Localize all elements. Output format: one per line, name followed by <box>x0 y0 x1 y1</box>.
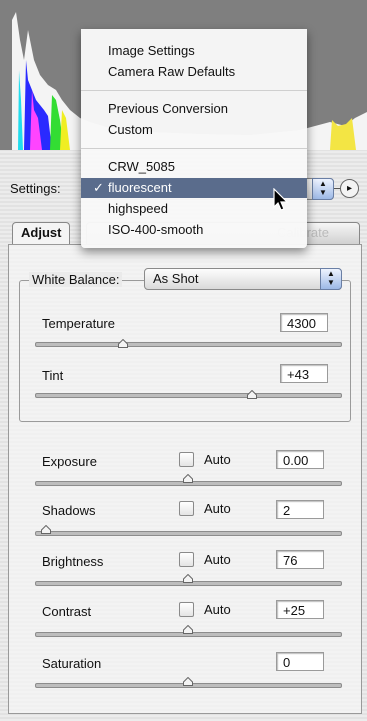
settings-menu-button[interactable]: ▸ <box>340 179 359 198</box>
menu-separator <box>81 90 307 91</box>
settings-label: Settings: <box>10 181 61 196</box>
shadows-slider-thumb[interactable] <box>40 525 51 534</box>
contrast-field[interactable]: +25 <box>276 600 324 619</box>
exposure-auto-label: Auto <box>204 452 231 467</box>
shadows-label: Shadows <box>42 503 96 518</box>
shadows-auto-checkbox[interactable] <box>179 501 194 516</box>
menu-item-previous-conversion[interactable]: Previous Conversion <box>81 99 307 119</box>
saturation-field[interactable]: 0 <box>276 652 324 671</box>
contrast-auto-label: Auto <box>204 602 231 617</box>
exposure-slider-thumb[interactable] <box>182 474 193 483</box>
tint-label: Tint <box>42 368 64 383</box>
tab-adjust[interactable]: Adjust <box>12 222 71 245</box>
exposure-label: Exposure <box>42 454 97 469</box>
saturation-label: Saturation <box>42 656 102 671</box>
white-balance-label: White Balance: <box>29 272 123 287</box>
tint-field[interactable]: +43 <box>280 364 328 383</box>
shadows-auto-label: Auto <box>204 501 231 516</box>
brightness-label: Brightness <box>42 554 104 569</box>
brightness-auto-label: Auto <box>204 552 231 567</box>
menu-item-iso-400-smooth[interactable]: ISO-400-smooth <box>81 220 307 240</box>
temperature-slider-thumb[interactable] <box>117 339 128 348</box>
stepper-down-icon: ▼ <box>319 188 327 197</box>
white-balance-value: As Shot <box>153 271 199 286</box>
menu-item-custom[interactable]: Custom <box>81 120 307 140</box>
play-arrow-icon: ▸ <box>346 183 353 194</box>
brightness-slider-thumb[interactable] <box>182 574 193 583</box>
stepper-up-icon: ▲ <box>327 269 335 278</box>
white-balance-select[interactable]: As Shot ▲ ▼ <box>144 268 342 290</box>
contrast-label: Contrast <box>42 604 92 619</box>
checkmark-icon: ✓ <box>93 180 104 195</box>
saturation-slider-thumb[interactable] <box>182 677 193 686</box>
settings-dropdown-menu: Image Settings Camera Raw Defaults Previ… <box>81 29 307 248</box>
exposure-auto-checkbox[interactable] <box>179 452 194 467</box>
stepper-down-icon: ▼ <box>327 278 335 287</box>
contrast-auto-checkbox[interactable] <box>179 602 194 617</box>
shadows-slider-track[interactable] <box>35 531 342 536</box>
tint-slider-thumb[interactable] <box>247 390 258 399</box>
mouse-cursor-icon <box>273 187 289 215</box>
contrast-slider-thumb[interactable] <box>182 625 193 634</box>
exposure-field[interactable]: 0.00 <box>276 450 324 469</box>
menu-item-camera-raw-defaults[interactable]: Camera Raw Defaults <box>81 62 307 82</box>
temperature-field[interactable]: 4300 <box>280 313 328 332</box>
tab-adjust-label: Adjust <box>21 225 62 240</box>
menu-item-fluorescent-label: fluorescent <box>108 180 172 195</box>
menu-item-image-settings[interactable]: Image Settings <box>81 41 307 61</box>
stepper-up-icon: ▲ <box>319 179 327 188</box>
menu-separator <box>81 148 307 149</box>
temperature-label: Temperature <box>42 316 115 331</box>
white-balance-group <box>19 280 351 422</box>
brightness-field[interactable]: 76 <box>276 550 324 569</box>
brightness-auto-checkbox[interactable] <box>179 552 194 567</box>
tint-slider-track[interactable] <box>35 393 342 398</box>
shadows-field[interactable]: 2 <box>276 500 324 519</box>
menu-item-crw-5085[interactable]: CRW_5085 <box>81 157 307 177</box>
white-balance-stepper[interactable]: ▲ ▼ <box>320 268 342 290</box>
temperature-slider-track[interactable] <box>35 342 342 347</box>
settings-stepper[interactable]: ▲ ▼ <box>312 178 334 200</box>
